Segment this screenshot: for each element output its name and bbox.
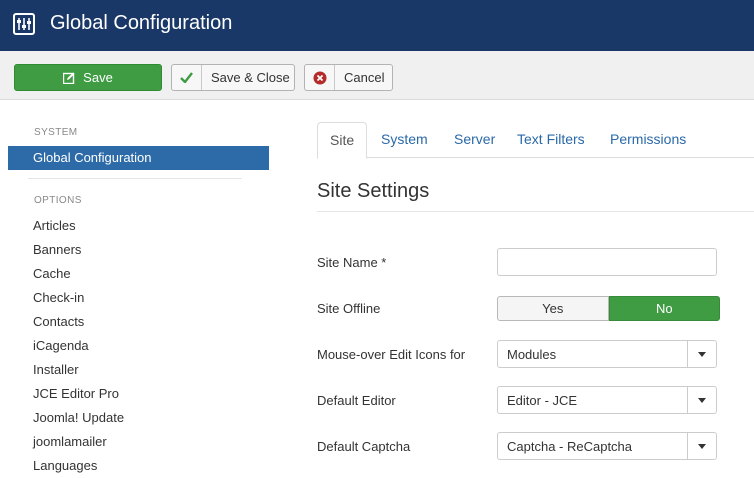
site-name-input[interactable]	[497, 248, 717, 276]
sidebar-item-joomlamailer[interactable]: joomlamailer	[33, 430, 124, 454]
save-close-label: Save & Close	[211, 70, 290, 85]
cancel-icon-box	[305, 65, 335, 90]
sidebar-item-check-in[interactable]: Check-in	[33, 286, 124, 310]
close-circle-icon	[313, 71, 326, 84]
sliders-icon	[13, 13, 35, 35]
edit-icons-value: Modules	[507, 347, 557, 362]
toolbar: Save Save & Close Cancel	[0, 51, 754, 100]
save-button[interactable]: Save	[14, 64, 162, 91]
sidebar-item-articles[interactable]: Articles	[33, 214, 124, 238]
sidebar-item-icagenda[interactable]: iCagenda	[33, 334, 124, 358]
chevron-down-icon	[687, 387, 716, 413]
sidebar-item-contacts[interactable]: Contacts	[33, 310, 124, 334]
save-close-button[interactable]: Save & Close	[171, 64, 295, 91]
tab-server[interactable]: Server	[454, 122, 495, 158]
tab-site[interactable]: Site	[317, 122, 368, 159]
cancel-button[interactable]: Cancel	[304, 64, 393, 91]
chevron-down-icon	[687, 433, 716, 459]
sidebar-divider	[28, 178, 242, 179]
default-editor-label: Default Editor	[317, 393, 396, 408]
sidebar-item-global-configuration[interactable]: Global Configuration	[8, 146, 269, 170]
check-icon	[180, 72, 193, 83]
sidebar-item-banners[interactable]: Banners	[33, 238, 124, 262]
edit-icon	[63, 72, 75, 84]
edit-icons-select[interactable]: Modules	[497, 340, 717, 368]
tab-text-filters[interactable]: Text Filters	[517, 122, 585, 158]
default-captcha-value: Captcha - ReCaptcha	[507, 439, 633, 454]
tab-system[interactable]: System	[381, 122, 428, 158]
sidebar-item-languages[interactable]: Languages	[33, 454, 124, 478]
sidebar: SYSTEM Global Configuration OPTIONS Arti…	[0, 100, 290, 473]
system-header: SYSTEM	[34, 127, 78, 138]
check-icon-box	[172, 65, 202, 90]
sidebar-item-jce-editor-pro[interactable]: JCE Editor Pro	[33, 382, 124, 406]
options-header: OPTIONS	[34, 195, 82, 206]
default-editor-select[interactable]: Editor - JCE	[497, 386, 717, 414]
section-title: Site Settings	[317, 180, 430, 202]
site-offline-toggle: Yes No	[497, 296, 720, 321]
tab-permissions[interactable]: Permissions	[610, 122, 686, 158]
sidebar-item-cache[interactable]: Cache	[33, 262, 124, 286]
chevron-down-icon	[687, 341, 716, 367]
config-tabs: Site System Server Text Filters Permissi…	[317, 122, 754, 159]
cancel-label: Cancel	[344, 70, 385, 85]
sidebar-item-joomla-update[interactable]: Joomla! Update	[33, 406, 124, 430]
save-label: Save	[83, 70, 113, 85]
sidebar-item-installer[interactable]: Installer	[33, 358, 124, 382]
default-editor-value: Editor - JCE	[507, 393, 578, 408]
edit-icons-label: Mouse-over Edit Icons for	[317, 347, 466, 362]
default-captcha-label: Default Captcha	[317, 439, 411, 454]
site-offline-label: Site Offline	[317, 301, 381, 316]
offline-yes-button[interactable]: Yes	[497, 296, 609, 321]
section-divider	[317, 211, 754, 212]
offline-no-button[interactable]: No	[608, 296, 720, 321]
app-header: Global Configuration	[0, 0, 754, 51]
sidebar-options-list: Articles Banners Cache Check-in Contacts…	[33, 214, 124, 478]
default-captcha-select[interactable]: Captcha - ReCaptcha	[497, 432, 717, 460]
page-title: Global Configuration	[50, 12, 233, 34]
site-name-label: Site Name *	[317, 255, 387, 270]
